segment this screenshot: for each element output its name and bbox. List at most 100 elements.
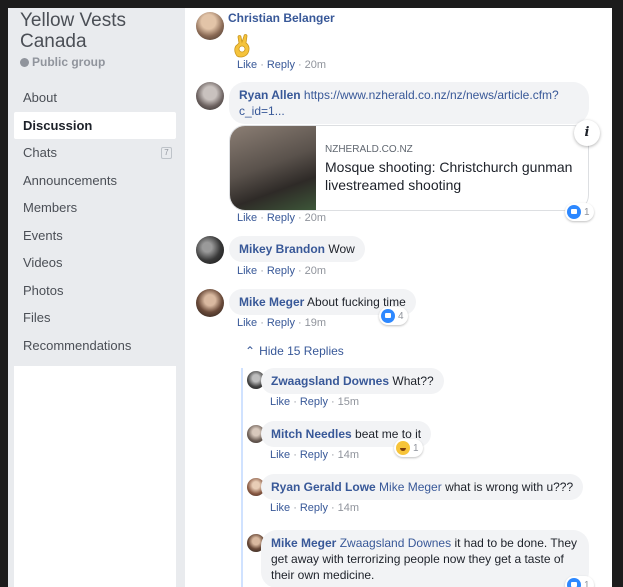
mention-link[interactable]: Zwaagsland Downes [340,536,451,550]
reply-author[interactable]: Ryan Gerald Lowe [271,480,376,494]
comment-actions: Like · Reply · 19m [237,317,326,329]
separator: · [297,212,302,224]
reply-actions: Like · Reply · 15m [270,396,359,408]
reaction-number: 1 [584,206,590,218]
reaction-count[interactable]: 1 [394,439,423,457]
nav-discussion[interactable]: Discussion [14,111,176,139]
comment-actions: Like · Reply · 20m [237,212,326,224]
group-privacy: Public group [20,55,105,69]
reaction-count[interactable]: 1 [565,576,594,587]
haha-icon [396,441,410,455]
comment-bubble: Ryan Allen https://www.nzherald.co.nz/nz… [229,82,589,124]
avatar[interactable] [196,236,224,264]
reaction-number: 1 [413,442,419,454]
separator: · [330,449,335,461]
mention-link[interactable]: Mike Meger [379,480,442,494]
chats-count-badge: 7 [161,147,172,159]
group-nav: About Discussion Chats 7 Announcements Me… [14,84,176,359]
reaction-count[interactable]: 4 [379,307,408,325]
separator: · [293,502,297,514]
separator: · [297,265,302,277]
like-link[interactable]: Like [270,396,290,408]
timestamp[interactable]: 15m [338,396,359,408]
nav-about[interactable]: About [14,84,176,112]
comment-author[interactable]: Christian Belanger [228,11,335,25]
separator: · [260,212,264,224]
link-preview-card[interactable]: NZHERALD.CO.NZ Mosque shooting: Christch… [229,125,589,211]
reaction-count[interactable]: 1 [565,203,594,221]
reply-link[interactable]: Reply [267,59,295,71]
reply-text: what is wrong with u??? [445,480,574,494]
timestamp[interactable]: 14m [338,502,359,514]
reply-link[interactable]: Reply [267,265,295,277]
reply-link[interactable]: Reply [300,502,328,514]
group-sidebar: Yellow Vests Canada Public group About D… [8,8,185,587]
comment-author[interactable]: Mike Meger [239,295,304,309]
globe-icon [20,58,29,67]
comment-author[interactable]: Ryan Allen [239,88,301,102]
nav-members[interactable]: Members [14,194,176,222]
nav-videos[interactable]: Videos [14,249,176,277]
reply-bubble: Mike Meger Zwaagsland Downes it had to b… [261,530,589,587]
comment-actions: Like · Reply · 20m [237,265,326,277]
reply-link[interactable]: Reply [300,396,328,408]
nav-photos[interactable]: Photos [14,277,176,305]
nav-chats-label: Chats [23,145,57,160]
hide-replies-button[interactable]: ⌃ Hide 15 Replies [245,344,344,358]
avatar[interactable] [196,289,224,317]
avatar[interactable] [196,12,224,40]
separator: · [330,502,335,514]
reply-author[interactable]: Mike Meger [271,536,336,550]
timestamp[interactable]: 20m [305,265,326,277]
reaction-number: 4 [398,310,404,322]
reply-link[interactable]: Reply [267,317,295,329]
reply-actions: Like · Reply · 14m [270,502,359,514]
nav-files[interactable]: Files [14,304,176,332]
sidebar-panel [14,366,176,587]
nav-announcements[interactable]: Announcements [14,167,176,195]
comment-text: Wow [328,242,355,256]
timestamp[interactable]: 14m [338,449,359,461]
like-icon [567,205,581,219]
separator: · [260,265,264,277]
timestamp[interactable]: 20m [305,59,326,71]
separator: · [260,59,264,71]
like-icon [567,578,581,587]
like-link[interactable]: Like [270,502,290,514]
ok-hand-icon [234,34,250,58]
facebook-window: Yellow Vests Canada Public group About D… [8,8,612,587]
separator: · [330,396,335,408]
chevron-up-icon: ⌃ [245,344,256,358]
reply-thread-line [241,368,243,587]
reply-bubble: Zwaagsland Downes What?? [261,368,444,394]
timestamp[interactable]: 20m [305,212,326,224]
separator: · [297,317,302,329]
like-link[interactable]: Like [237,265,257,277]
timestamp[interactable]: 19m [305,317,326,329]
avatar[interactable] [196,82,224,110]
article-thumbnail [230,126,316,210]
like-link[interactable]: Like [237,212,257,224]
like-link[interactable]: Like [237,59,257,71]
comment-bubble: Mikey Brandon Wow [229,236,365,262]
separator: · [297,59,302,71]
nav-chats[interactable]: Chats 7 [14,139,176,167]
reply-link[interactable]: Reply [267,212,295,224]
like-link[interactable]: Like [270,449,290,461]
link-title: Mosque shooting: Christchurch gunman liv… [325,159,573,193]
link-source: NZHERALD.CO.NZ [325,144,413,155]
comments-feed: Christian Belanger Like · Reply · 20m Ryan A… [185,8,612,587]
like-link[interactable]: Like [237,317,257,329]
reply-link[interactable]: Reply [300,449,328,461]
comment-author[interactable]: Mikey Brandon [239,242,325,256]
reply-author[interactable]: Mitch Needles [271,427,352,441]
nav-events[interactable]: Events [14,222,176,250]
separator: · [293,396,297,408]
comment-actions: Like · Reply · 20m [237,59,326,71]
reply-author[interactable]: Zwaagsland Downes [271,374,389,388]
reply-text: What?? [392,374,434,388]
group-name[interactable]: Yellow Vests Canada [20,10,180,52]
nav-recommendations[interactable]: Recommendations [14,332,176,360]
info-icon[interactable]: i [574,120,600,146]
reaction-number: 1 [584,579,590,587]
